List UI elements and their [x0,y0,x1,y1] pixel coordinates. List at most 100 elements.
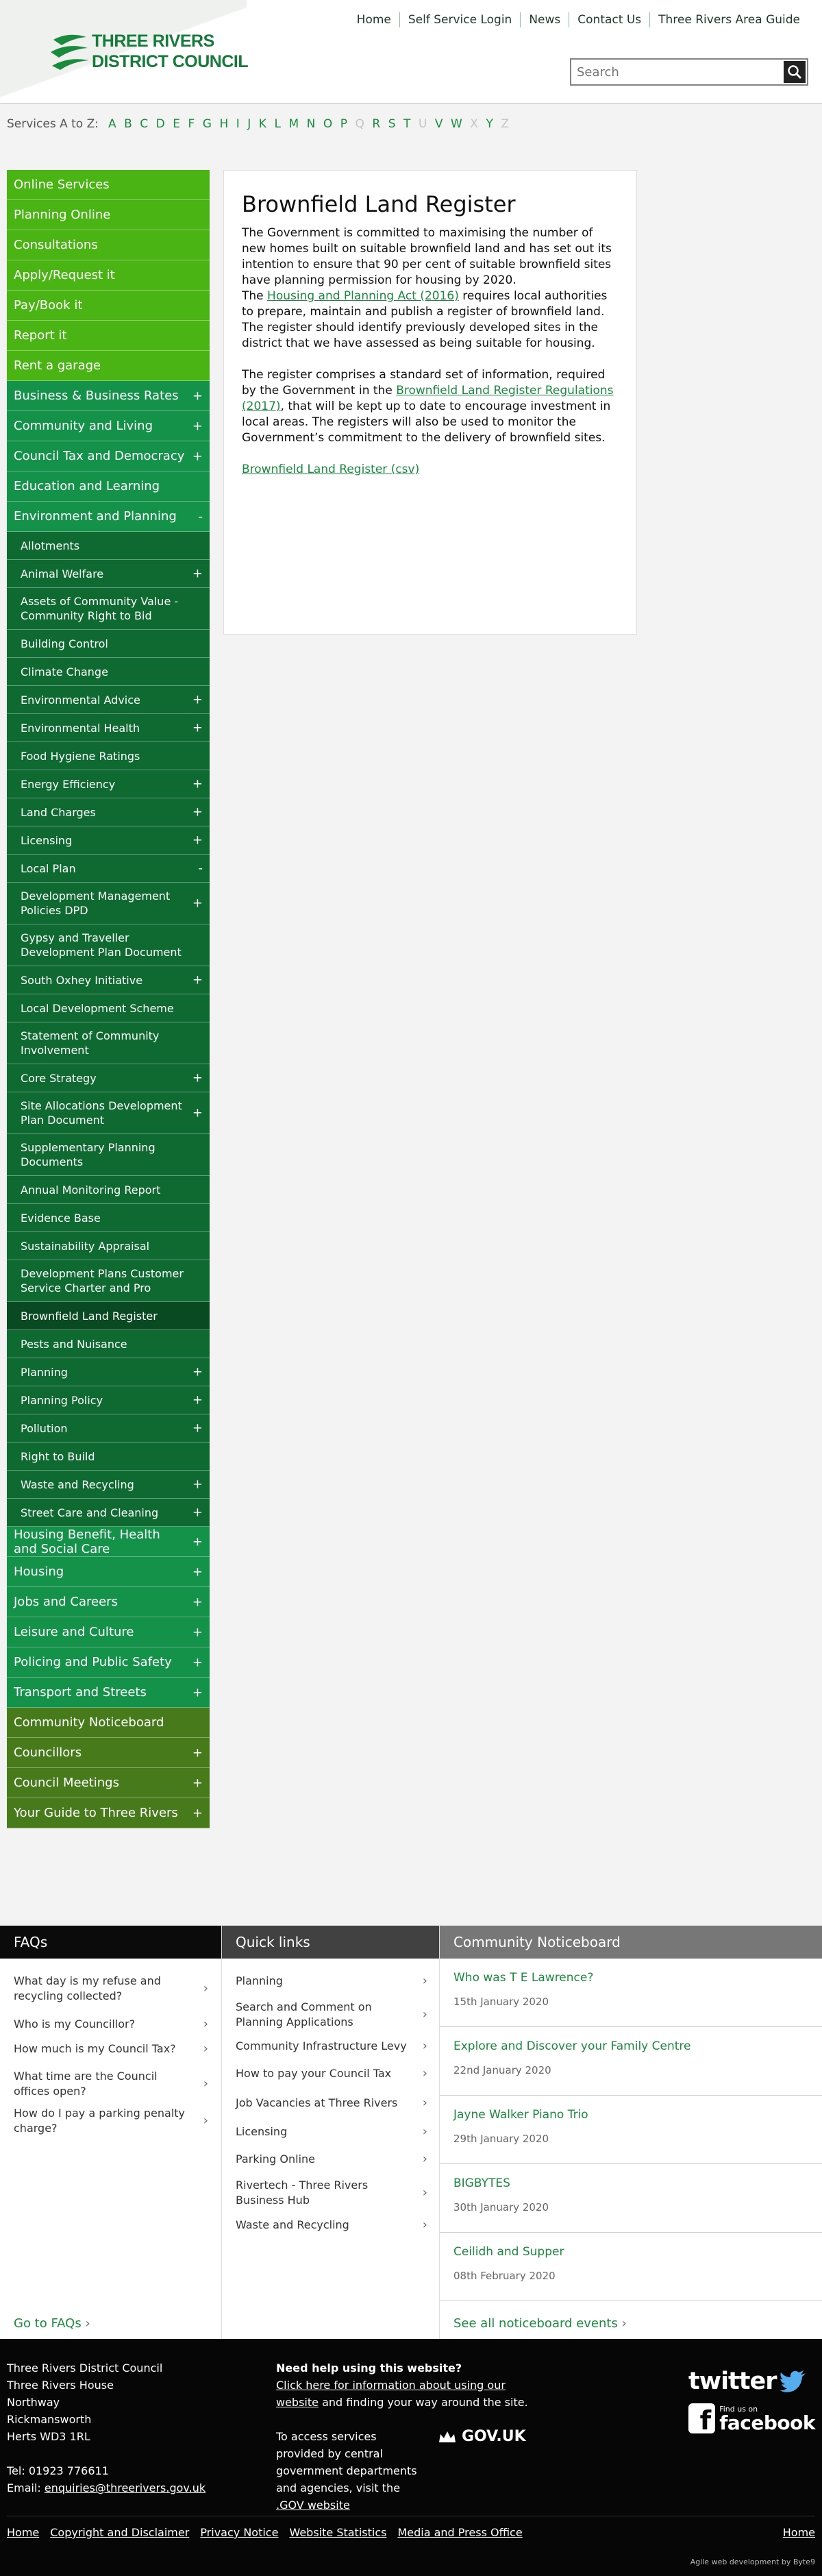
go-to-faqs-link[interactable]: Go to FAQs › [14,2316,90,2331]
sidebar-item-your-guide-to-three-rivers[interactable]: Your Guide to Three Rivers + [7,1798,210,1828]
sidebar-item-gypsy-and-traveller-development-plan-document[interactable]: Gypsy and Traveller Development Plan Doc… [7,924,210,966]
a-to-z-letter-f[interactable]: F [188,117,195,131]
a-to-z-letter-y[interactable]: Y [486,117,493,131]
sidebar-item-leisure-and-culture[interactable]: Leisure and Culture + [7,1617,210,1647]
quick-link[interactable]: Planning › [222,1974,440,1989]
sidebar-item-policing-and-public-safety[interactable]: Policing and Public Safety + [7,1647,210,1678]
expand-icon[interactable]: + [192,693,203,707]
sidebar-item-food-hygiene-ratings[interactable]: Food Hygiene Ratings [7,742,210,770]
topnav-self-service-login[interactable]: Self Service Login [399,12,520,27]
search-input[interactable] [577,63,775,81]
a-to-z-letter-b[interactable]: B [124,117,132,131]
footer-link-home[interactable]: Home [7,2526,39,2539]
sidebar-item-street-care-and-cleaning[interactable]: Street Care and Cleaning + [7,1499,210,1527]
sidebar-item-council-tax-and-democracy[interactable]: Council Tax and Democracy + [7,441,210,471]
sidebar-item-planning[interactable]: Planning + [7,1358,210,1386]
event-title-link[interactable]: Explore and Discover your Family Centre [453,2039,822,2053]
a-to-z-letter-c[interactable]: C [140,117,148,131]
footer-link-press[interactable]: Media and Press Office [397,2526,522,2539]
event-title-link[interactable]: Ceilidh and Supper [453,2245,822,2259]
a-to-z-letter-o[interactable]: O [323,117,332,131]
quick-link[interactable]: Parking Online › [222,2152,440,2167]
sidebar-item-assets-of-community-value-community-right-to-bid[interactable]: Assets of Community Value - Community Ri… [7,588,210,630]
sidebar-item-sustainability-appraisal[interactable]: Sustainability Appraisal [7,1232,210,1260]
faq-link[interactable]: Who is my Councillor? › [0,2017,222,2032]
sidebar-item-transport-and-streets[interactable]: Transport and Streets + [7,1678,210,1708]
a-to-z-letter-w[interactable]: W [451,117,462,131]
a-to-z-letter-j[interactable]: J [247,117,251,131]
expand-icon[interactable]: + [192,1625,203,1639]
sidebar-item-local-plan[interactable]: Local Plan - [7,855,210,883]
expand-icon[interactable]: + [192,1655,203,1669]
sidebar-item-rent-a-garage[interactable]: Rent a garage [7,351,210,381]
faq-link[interactable]: How much is my Council Tax? › [0,2041,222,2057]
sidebar-item-housing-benefit-health-and-social-care[interactable]: Housing Benefit, Health and Social Care + [7,1527,210,1557]
sidebar-item-apply-request-it[interactable]: Apply/Request it [7,260,210,291]
expand-icon[interactable]: + [192,389,203,403]
expand-icon[interactable]: + [192,1806,203,1820]
sidebar-item-right-to-build[interactable]: Right to Build [7,1443,210,1471]
faq-link[interactable]: What day is my refuse and recycling coll… [0,1974,222,2004]
sidebar-item-pests-and-nuisance[interactable]: Pests and Nuisance [7,1330,210,1358]
event-title-link[interactable]: Who was T E Lawrence? [453,1971,822,1985]
sidebar-item-online-services[interactable]: Online Services [7,170,210,200]
gov-website-link[interactable]: .GOV website [276,2499,350,2512]
sidebar-item-environmental-advice[interactable]: Environmental Advice + [7,686,210,714]
quick-link[interactable]: How to pay your Council Tax › [222,2066,440,2081]
a-to-z-letter-l[interactable]: L [274,117,280,131]
quick-link[interactable]: Search and Comment on Planning Applicati… [222,2000,440,2030]
sidebar-item-local-development-scheme[interactable]: Local Development Scheme [7,994,210,1022]
sidebar-item-evidence-base[interactable]: Evidence Base [7,1204,210,1232]
sidebar-item-pay-book-it[interactable]: Pay/Book it [7,291,210,321]
expand-icon[interactable]: + [192,973,203,988]
sidebar-item-environment-and-planning[interactable]: Environment and Planning - [7,502,210,532]
footer-link-copyright[interactable]: Copyright and Disclaimer [50,2526,189,2539]
sidebar-item-education-and-learning[interactable]: Education and Learning [7,471,210,502]
see-all-events-link[interactable]: See all noticeboard events › [453,2316,627,2331]
sidebar-item-pollution[interactable]: Pollution + [7,1414,210,1443]
a-to-z-letter-g[interactable]: G [203,117,212,131]
sidebar-item-building-control[interactable]: Building Control [7,630,210,658]
quick-link[interactable]: Rivertech - Three Rivers Business Hub › [222,2178,440,2208]
a-to-z-letter-d[interactable]: D [156,117,165,131]
expand-icon[interactable]: + [192,833,203,848]
sidebar-item-supplementary-planning-documents[interactable]: Supplementary Planning Documents [7,1134,210,1176]
expand-icon[interactable]: + [192,449,203,463]
twitter-logo[interactable]: twitter [688,2368,815,2395]
search-button[interactable] [784,61,806,83]
sidebar-item-climate-change[interactable]: Climate Change [7,658,210,686]
a-to-z-letter-p[interactable]: P [340,117,347,131]
sidebar-item-brownfield-land-register[interactable]: Brownfield Land Register [7,1302,210,1330]
expand-icon[interactable]: + [192,721,203,735]
sidebar-item-planning-policy[interactable]: Planning Policy + [7,1386,210,1414]
a-to-z-letter-e[interactable]: E [173,117,180,131]
sidebar-item-business-business-rates[interactable]: Business & Business Rates + [7,381,210,411]
sidebar-item-environmental-health[interactable]: Environmental Health + [7,714,210,742]
expand-icon[interactable]: + [192,1365,203,1379]
expand-icon[interactable]: + [192,1393,203,1408]
expand-icon[interactable]: + [192,1776,203,1790]
a-to-z-letter-h[interactable]: H [219,117,228,131]
sidebar-item-licensing[interactable]: Licensing + [7,826,210,855]
expand-icon[interactable]: + [192,805,203,820]
expand-icon[interactable]: + [192,1565,203,1579]
sidebar-item-development-plans-customer-service-charter-and-pro[interactable]: Development Plans Customer Service Chart… [7,1260,210,1302]
a-to-z-letter-m[interactable]: M [288,117,299,131]
sidebar-item-jobs-and-careers[interactable]: Jobs and Careers + [7,1587,210,1617]
sidebar-item-consultations[interactable]: Consultations [7,230,210,260]
sidebar-item-core-strategy[interactable]: Core Strategy + [7,1064,210,1092]
a-to-z-letter-a[interactable]: A [108,117,116,131]
collapse-icon[interactable]: - [199,861,203,876]
sidebar-item-south-oxhey-initiative[interactable]: South Oxhey Initiative + [7,966,210,994]
faq-link[interactable]: What time are the Council offices open? › [0,2069,222,2099]
sidebar-item-annual-monitoring-report[interactable]: Annual Monitoring Report [7,1176,210,1204]
sidebar-item-planning-online[interactable]: Planning Online [7,200,210,230]
expand-icon[interactable]: + [192,419,203,433]
gov-uk-logo[interactable]: GOV.UK [437,2428,526,2445]
sidebar-item-allotments[interactable]: Allotments [7,532,210,560]
a-to-z-letter-t[interactable]: T [403,117,410,131]
sidebar-item-community-and-living[interactable]: Community and Living + [7,411,210,441]
sidebar-item-site-allocations-development-plan-document[interactable]: Site Allocations Development Plan Docume… [7,1092,210,1134]
footer-link-statistics[interactable]: Website Statistics [289,2526,386,2539]
expand-icon[interactable]: + [192,1745,203,1760]
